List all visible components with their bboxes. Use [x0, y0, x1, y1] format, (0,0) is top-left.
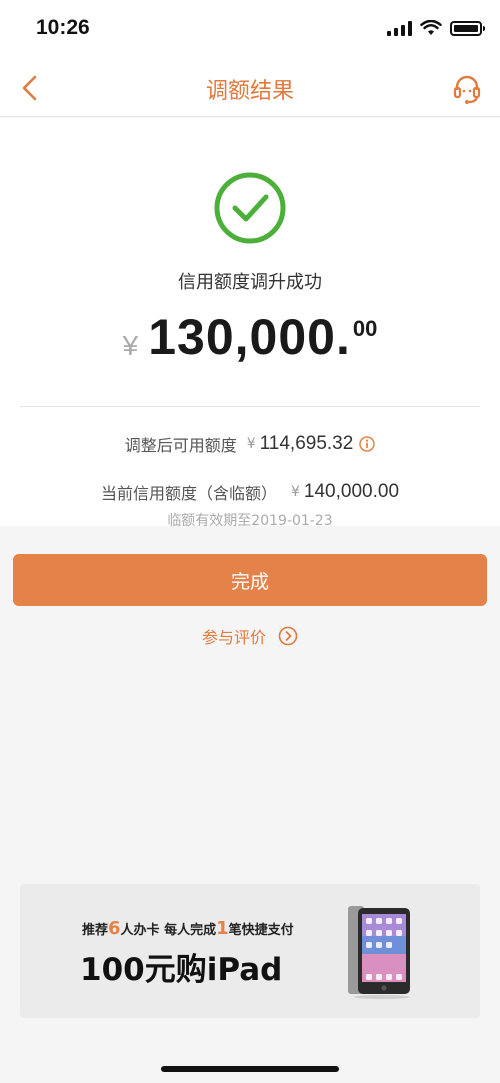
wifi-icon — [420, 20, 442, 35]
credit-amount: ¥ 130,000. 00 — [0, 308, 500, 366]
battery-icon — [450, 20, 485, 36]
available-credit-value: 114,695.32 — [259, 433, 354, 454]
page-title: 调额结果 — [205, 79, 294, 104]
result-message: 信用额度调升成功 — [178, 272, 322, 293]
amount-decimal: 00 — [352, 316, 378, 341]
feedback-link[interactable]: 参与评价 — [0, 624, 500, 648]
done-button[interactable]: 完成 — [13, 554, 487, 606]
home-indicator — [161, 1066, 339, 1072]
check-circle-icon — [214, 172, 286, 244]
divider — [20, 406, 480, 407]
arrow-right-circle-icon — [278, 626, 298, 646]
promo-title: 100元购iPad — [80, 952, 283, 988]
current-credit-value: 140,000.00 — [303, 481, 400, 502]
available-credit-label: 调整后可用额度 — [124, 436, 237, 455]
available-credit-row: 调整后可用额度 ¥ 114,695.32 — [0, 432, 500, 456]
current-credit-label: 当前信用额度（含临额） — [100, 484, 277, 503]
current-credit-row: 当前信用额度（含临额） ¥ 140,000.00 — [0, 480, 500, 504]
result-card: 信用额度调升成功 ¥ 130,000. 00 调整后可用额度 ¥ 114,695… — [0, 118, 500, 529]
feedback-label: 参与评价 — [201, 628, 266, 647]
available-credit-currency: ¥ — [246, 436, 256, 452]
status-time: 10:26 — [36, 16, 90, 39]
promo-banner[interactable]: 推荐6人办卡 每人完成1笔快捷支付 100元购iPad — [20, 884, 480, 1018]
ipad-image — [348, 906, 410, 999]
temporary-limit-expiry: 临额有效期至2019-01-23 — [167, 513, 333, 529]
status-icons — [387, 20, 485, 36]
headset-icon[interactable] — [450, 72, 484, 106]
status-bar: 10:26 — [0, 0, 500, 60]
amount-integer: 130,000. — [148, 309, 351, 365]
current-credit-currency: ¥ — [291, 484, 300, 500]
signal-icon — [387, 20, 412, 36]
nav-bar: 调额结果 — [0, 60, 500, 117]
amount-currency: ¥ — [122, 330, 139, 361]
info-icon[interactable] — [359, 436, 376, 452]
promo-subtitle: 推荐6人办卡 每人完成1笔快捷支付 — [82, 918, 294, 939]
